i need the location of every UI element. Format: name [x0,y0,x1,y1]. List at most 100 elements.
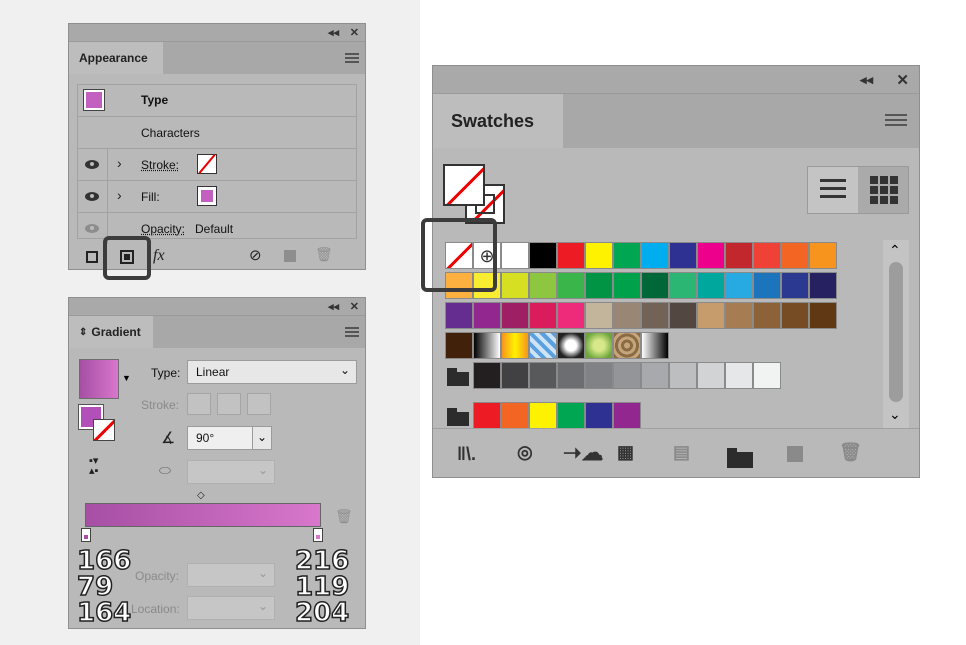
swatch-color[interactable] [529,362,557,389]
swatch-color[interactable] [585,302,613,329]
swatch-pattern-brown[interactable] [613,332,641,359]
swatch-color[interactable] [585,272,613,299]
fx-icon[interactable]: fx [153,247,165,265]
gradient-titlebar[interactable]: ◂◂ ✕ [69,298,365,316]
fill-stroke-proxy[interactable] [78,404,119,445]
swatch-color[interactable] [501,402,529,429]
trash-icon[interactable]: 🗑 [839,442,862,463]
swatch-color[interactable] [725,302,753,329]
swatch-options-icon[interactable]: ▤ [673,442,690,463]
swatch-color[interactable] [585,402,613,429]
swatch-color[interactable] [697,272,725,299]
swatch-color[interactable] [529,302,557,329]
new-swatch-icon[interactable] [787,446,803,462]
swap-icon[interactable]: ▪▾ ▴▪ [89,456,98,477]
swatch-color[interactable] [557,242,585,269]
swatch-gradient-gray[interactable] [641,332,669,359]
collapse-icon[interactable]: ◂◂ [328,300,339,313]
swatch-pattern-green[interactable] [585,332,613,359]
swatch-color[interactable] [669,362,697,389]
midpoint-diamond-icon[interactable]: ◇ [197,490,205,501]
swatch-color[interactable] [669,302,697,329]
swatch-color[interactable] [585,362,613,389]
swatch-color[interactable] [725,272,753,299]
swatch-color[interactable] [501,272,529,299]
swatch-color[interactable] [501,242,529,269]
scroll-down-icon[interactable]: ⌄ [889,406,901,423]
add-stroke-icon[interactable] [86,251,98,263]
panel-menu-icon[interactable] [345,53,359,65]
swatch-color[interactable] [809,272,837,299]
swatch-color[interactable] [473,402,501,429]
gradient-slider-bar[interactable] [85,503,321,527]
swatch-color[interactable] [557,272,585,299]
appearance-row-fill[interactable]: › Fill: [77,180,357,212]
swatch-color[interactable] [641,302,669,329]
swatch-color[interactable] [529,402,557,429]
swatch-color[interactable] [725,242,753,269]
list-view-button[interactable] [808,167,858,213]
opacity-select[interactable]: ⌄ [187,563,275,587]
swatch-color[interactable] [613,272,641,299]
gradient-preview[interactable] [79,359,119,399]
folder-icon[interactable] [447,368,469,386]
fill-label[interactable]: Fill: [141,190,160,204]
left-color-stop[interactable] [81,528,91,542]
location-select[interactable]: ⌄ [187,596,275,620]
collapse-icon[interactable]: ◂◂ [328,26,339,39]
swatch-color[interactable] [557,362,585,389]
swatch-color[interactable] [613,402,641,429]
swatch-color[interactable] [501,362,529,389]
swatch-color[interactable] [473,362,501,389]
trash-icon[interactable]: 🗑 [315,246,333,263]
swatches-titlebar[interactable]: ◂◂ ✕ [433,66,919,94]
panel-menu-icon[interactable] [345,327,359,339]
swatch-color[interactable] [501,302,529,329]
tab-appearance[interactable]: Appearance [69,42,163,74]
swatch-color[interactable] [641,272,669,299]
swatch-color[interactable] [613,362,641,389]
folder-icon[interactable] [447,408,469,426]
swatch-color[interactable] [809,242,837,269]
stroke-gradient-within-button[interactable] [187,393,211,415]
swatch-scrollbar[interactable]: ⌃ ⌄ [883,240,909,428]
swatch-color[interactable] [809,302,837,329]
grid-view-button[interactable] [858,167,908,213]
swatch-color[interactable] [725,362,753,389]
collapse-icon[interactable]: ◂◂ [860,72,873,88]
chevron-right-icon[interactable]: › [117,155,122,171]
swatch-color[interactable] [613,242,641,269]
swatch-color[interactable] [557,302,585,329]
tab-gradient[interactable]: ⇕ Gradient [69,316,153,348]
swatch-color[interactable] [529,242,557,269]
swatch-gradient-bw[interactable] [473,332,501,359]
chevron-right-icon[interactable]: › [117,187,122,203]
right-color-stop[interactable] [313,528,323,542]
opacity-label[interactable]: Opacity: [141,222,185,236]
swatch-color[interactable] [445,332,473,359]
stroke-swatch[interactable] [197,154,217,174]
swatch-options-grid-icon[interactable]: ▦ [617,442,634,463]
swatch-pattern-blue[interactable] [529,332,557,359]
close-icon[interactable]: ✕ [350,300,359,313]
swatch-color[interactable] [529,272,557,299]
swatch-gradient-orange[interactable] [501,332,529,359]
swatch-color[interactable] [781,272,809,299]
eye-icon[interactable] [85,160,99,169]
swatch-color[interactable] [697,362,725,389]
eye-icon[interactable] [85,224,99,233]
swatch-color[interactable] [753,362,781,389]
clear-appearance-icon[interactable]: ⊘ [249,246,262,264]
swatch-color[interactable] [753,272,781,299]
close-icon[interactable]: ✕ [896,71,909,89]
stroke-label[interactable]: Stroke: [141,158,179,172]
swatch-color[interactable] [781,302,809,329]
duplicate-item-icon[interactable] [284,250,296,262]
show-kinds-icon[interactable]: ◎ [517,442,533,463]
swatch-color[interactable] [585,242,613,269]
swatch-color[interactable] [669,242,697,269]
close-icon[interactable]: ✕ [350,26,359,39]
swatch-color[interactable] [613,302,641,329]
gradient-type-select[interactable]: Linear ⌄ [187,360,357,384]
fill-swatch[interactable] [197,186,217,206]
